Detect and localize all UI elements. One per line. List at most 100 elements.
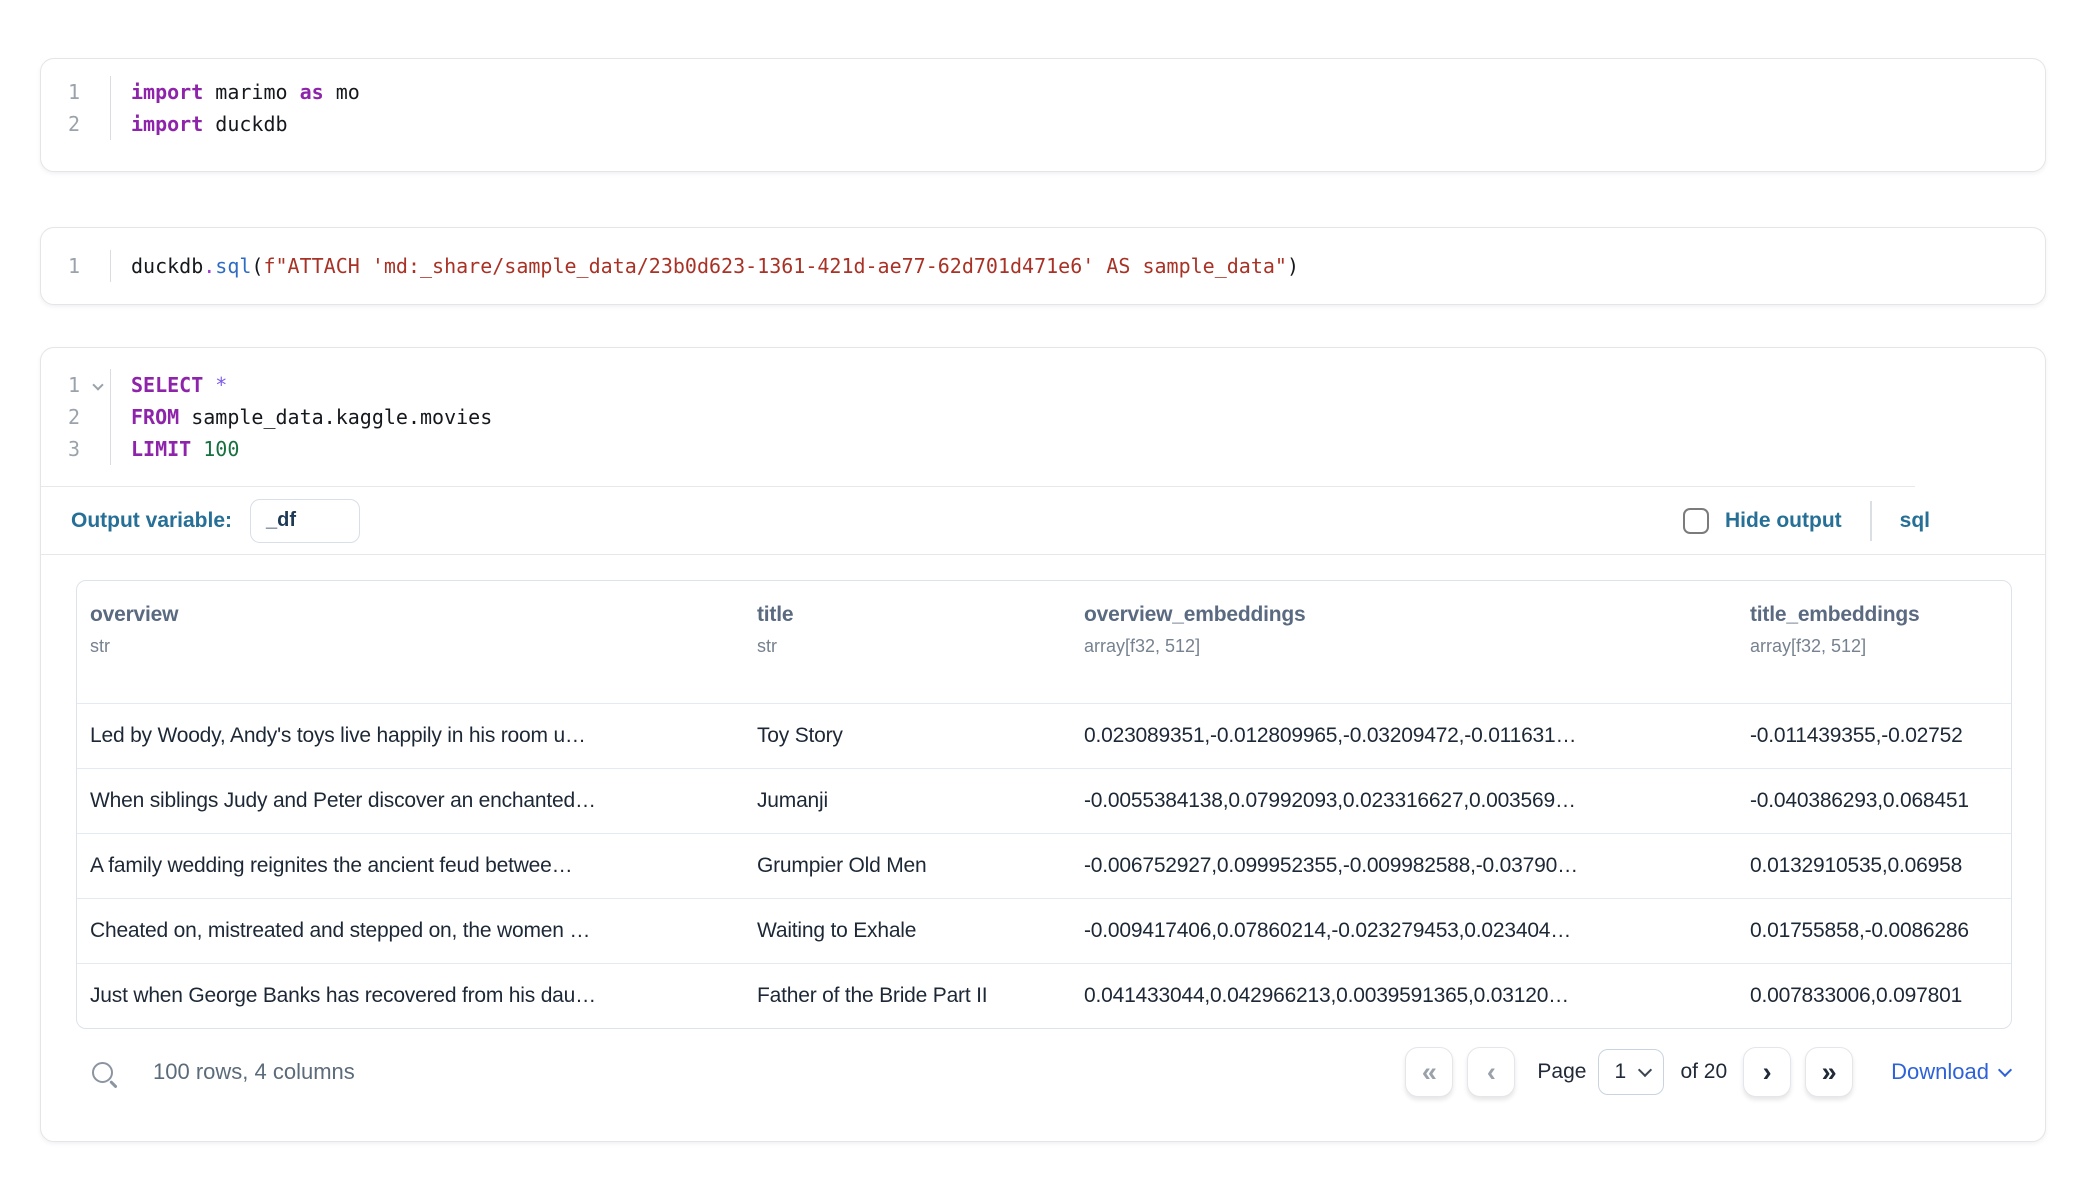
column-name[interactable]: overview_embeddings (1084, 603, 1737, 627)
code-token[interactable]: duckdb (203, 112, 287, 136)
code-token[interactable]: 100 (203, 437, 239, 461)
code-line[interactable]: import marimo as mo (131, 76, 2045, 108)
line-number: 2 (41, 401, 110, 433)
column-header[interactable]: title_embeddings array[f32, 512] (1737, 603, 2011, 703)
column-name[interactable]: title_embeddings (1750, 603, 2011, 627)
code-token[interactable] (191, 437, 203, 461)
first-page-button[interactable]: « (1405, 1047, 1453, 1097)
table-cell: Grumpier Old Men (744, 854, 1071, 878)
column-type: str (757, 636, 1071, 657)
code-area[interactable]: import marimo as moimport duckdb (111, 76, 2045, 140)
fold-chevron-icon[interactable] (92, 379, 103, 390)
table-cell: 0.023089351,-0.012809965,-0.03209472,-0.… (1071, 724, 1737, 748)
table-row[interactable]: Led by Woody, Andy's toys live happily i… (77, 703, 2011, 768)
table-cell: Toy Story (744, 724, 1071, 748)
table-row[interactable]: Just when George Banks has recovered fro… (77, 963, 2011, 1028)
column-name[interactable]: title (757, 603, 1071, 627)
line-number: 2 (41, 108, 110, 140)
code-token[interactable]: sample_data.kaggle.movies (179, 405, 492, 429)
column-header[interactable]: overview_embeddings array[f32, 512] (1071, 603, 1737, 703)
line-number-gutter: 12 (41, 76, 111, 140)
code-token[interactable]: ) (1287, 254, 1299, 278)
code-token[interactable]: LIMIT (131, 437, 191, 461)
table-cell: Led by Woody, Andy's toys live happily i… (77, 724, 744, 748)
table-cell: Cheated on, mistreated and stepped on, t… (77, 919, 744, 943)
code-token[interactable]: as (300, 80, 324, 104)
code-token[interactable] (203, 373, 215, 397)
column-header[interactable]: title str (744, 603, 1071, 703)
table-cell: -0.011439355,-0.02752 (1737, 724, 2011, 748)
last-page-button[interactable]: » (1805, 1047, 1853, 1097)
code-area[interactable]: SELECT *FROM sample_data.kaggle.moviesLI… (111, 369, 2045, 465)
table-cell: 0.007833006,0.097801 (1737, 984, 2011, 1008)
code-line[interactable]: SELECT * (131, 369, 2045, 401)
code-token[interactable]: mo (324, 80, 360, 104)
column-type: array[f32, 512] (1750, 636, 2011, 657)
prev-page-button[interactable]: ‹ (1467, 1047, 1515, 1097)
column-header[interactable]: overview str (77, 603, 744, 703)
table-row[interactable]: A family wedding reignites the ancient f… (77, 833, 2011, 898)
page-number-select[interactable]: 1 (1598, 1049, 1664, 1095)
next-page-button[interactable]: › (1743, 1047, 1791, 1097)
code-line[interactable]: duckdb.sql(f"ATTACH 'md:_share/sample_da… (131, 250, 2045, 282)
code-token[interactable]: import (131, 80, 203, 104)
line-number-gutter: 1 (41, 250, 111, 282)
hide-output-label[interactable]: Hide output (1725, 509, 1842, 533)
page-total-label: of 20 (1680, 1060, 1727, 1084)
output-variable-input[interactable]: _df (250, 499, 360, 543)
code-token[interactable]: ( (251, 254, 263, 278)
table-footer: 100 rows, 4 columns « ‹ Page 1 of 20 › »… (76, 1042, 2010, 1102)
line-number: 1 (41, 369, 110, 401)
table-cell: -0.040386293,0.068451 (1737, 789, 2011, 813)
code-editor[interactable]: 12 import marimo as moimport duckdb (41, 59, 2045, 156)
table-cell: Father of the Bride Part II (744, 984, 1071, 1008)
code-cell-attach[interactable]: 1 duckdb.sql(f"ATTACH 'md:_share/sample_… (40, 227, 2046, 305)
dataframe-table: overview str title str overview_embeddingsar… (76, 580, 2012, 1029)
table-row[interactable]: When siblings Judy and Peter discover an… (77, 768, 2011, 833)
code-line[interactable]: import duckdb (131, 108, 2045, 140)
download-menu[interactable]: Download (1891, 1059, 2010, 1085)
code-token[interactable]: duckdb (131, 254, 203, 278)
line-number: 1 (41, 250, 110, 282)
table-header: overview str title str overview_embeddingsar… (77, 581, 2011, 703)
code-token[interactable]: import (131, 112, 203, 136)
column-type: array[f32, 512] (1084, 636, 1737, 657)
code-token[interactable]: . (203, 254, 215, 278)
download-label: Download (1891, 1059, 1989, 1085)
code-token[interactable]: sql (215, 254, 251, 278)
chevron-down-icon (1998, 1062, 2012, 1076)
code-line[interactable]: LIMIT 100 (131, 433, 2045, 465)
row-count-summary: 100 rows, 4 columns (153, 1059, 355, 1085)
table-cell: Just when George Banks has recovered fro… (77, 984, 744, 1008)
code-token[interactable]: SELECT (131, 373, 203, 397)
code-line[interactable]: FROM sample_data.kaggle.movies (131, 401, 2045, 433)
search-icon[interactable] (92, 1062, 113, 1083)
table-cell: 0.01755858,-0.0086286 (1737, 919, 2011, 943)
table-body: Led by Woody, Andy's toys live happily i… (77, 703, 2011, 1028)
table-cell: Waiting to Exhale (744, 919, 1071, 943)
code-cell-imports[interactable]: 12 import marimo as moimport duckdb (40, 58, 2046, 172)
hide-output-checkbox[interactable] (1683, 508, 1709, 534)
table-cell: -0.009417406,0.07860214,-0.023279453,0.0… (1071, 919, 1737, 943)
line-number-gutter: 123 (41, 369, 111, 465)
code-editor[interactable]: 1 duckdb.sql(f"ATTACH 'md:_share/sample_… (41, 228, 2045, 304)
output-variable-value: _df (266, 509, 296, 532)
pagination: « ‹ Page 1 of 20 › » Download (1405, 1047, 2010, 1097)
line-number: 3 (41, 433, 110, 465)
code-token[interactable]: f"ATTACH 'md:_share/sample_data/23b0d623… (263, 254, 1287, 278)
chevron-down-icon (1638, 1062, 1652, 1076)
code-editor[interactable]: 123 SELECT *FROM sample_data.kaggle.movi… (41, 348, 2045, 486)
table-row[interactable]: Cheated on, mistreated and stepped on, t… (77, 898, 2011, 963)
code-token[interactable]: marimo (203, 80, 299, 104)
page-label: Page (1537, 1060, 1586, 1084)
table-cell: -0.0055384138,0.07992093,0.023316627,0.0… (1071, 789, 1737, 813)
divider (1870, 501, 1872, 541)
table-cell: When siblings Judy and Peter discover an… (77, 789, 744, 813)
table-cell: 0.0132910535,0.06958 (1737, 854, 2011, 878)
code-token[interactable]: * (215, 373, 227, 397)
column-name[interactable]: overview (90, 603, 744, 627)
code-token[interactable]: FROM (131, 405, 179, 429)
sql-cell[interactable]: 123 SELECT *FROM sample_data.kaggle.movi… (40, 347, 2046, 1142)
code-area[interactable]: duckdb.sql(f"ATTACH 'md:_share/sample_da… (111, 250, 2045, 282)
column-type: str (90, 636, 744, 657)
